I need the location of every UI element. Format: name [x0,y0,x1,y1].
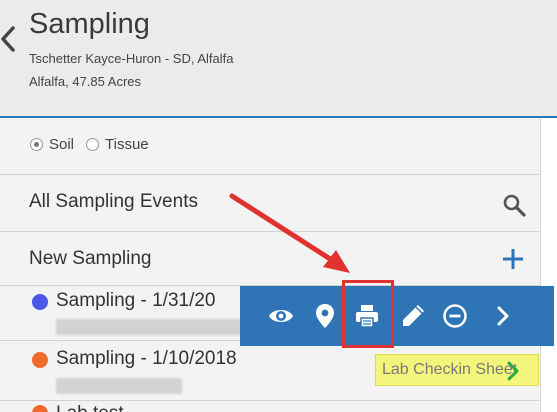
field-name: Tschetter Kayce-Huron - SD, Alfalfa [29,51,234,66]
tissue-radio-label[interactable]: Tissue [105,136,149,153]
row-action-bar [240,286,554,346]
status-dot [32,294,48,310]
event-details [56,378,182,394]
chevron-right-icon[interactable] [490,303,516,329]
page-header: Sampling Tschetter Kayce-Huron - SD, Alf… [0,0,557,116]
minus-circle-icon[interactable] [442,303,468,329]
soil-radio-label[interactable]: Soil [49,136,74,153]
back-chevron-icon[interactable] [0,26,16,52]
status-dot [32,405,48,412]
print-highlight-box [342,280,394,348]
event-details [56,319,242,335]
divider [0,231,540,232]
event-label[interactable]: Sampling - 1/10/2018 [56,348,237,370]
eye-icon[interactable] [268,303,294,329]
event-label[interactable]: Sampling - 1/31/20 [56,290,216,312]
new-sampling-link[interactable]: New Sampling [29,248,152,270]
page-title: Sampling [29,8,150,40]
divider [0,174,540,175]
soil-radio[interactable] [30,138,43,151]
sample-type-selector: Soil Tissue [30,136,161,153]
crop-acres: Alfalfa, 47.85 Acres [29,74,142,89]
event-label[interactable]: Lab test [56,403,124,412]
chevron-right-icon[interactable] [505,360,521,382]
pencil-icon[interactable] [400,303,426,329]
plus-icon[interactable] [501,247,525,271]
map-pin-icon[interactable] [312,303,338,329]
search-icon[interactable] [502,193,526,217]
status-dot [32,352,48,368]
tissue-radio[interactable] [86,138,100,151]
all-sampling-events-link[interactable]: All Sampling Events [29,191,198,213]
list-item[interactable]: Lab test [0,401,540,412]
